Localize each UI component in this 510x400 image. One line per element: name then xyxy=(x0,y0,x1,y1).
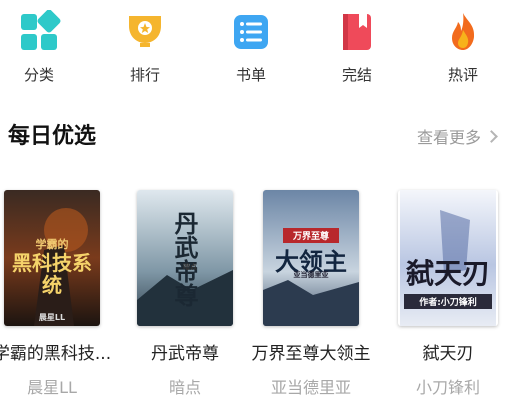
nav-label: 分类 xyxy=(23,66,54,84)
view-more-link[interactable]: 查看更多 xyxy=(416,124,498,148)
nav-label: 排行 xyxy=(129,66,160,84)
quick-nav: 分类 排行 书单 完结 热评 xyxy=(0,0,510,100)
book-cover: 学霸的 黑科技系统 晨星LL xyxy=(4,190,100,326)
book-title: 丹武帝尊 xyxy=(151,344,219,364)
book-icon xyxy=(343,14,371,50)
nav-label: 书单 xyxy=(235,66,266,84)
nav-item-completed[interactable]: 完结 xyxy=(317,10,397,85)
section-title: 每日优选 xyxy=(8,124,97,149)
book-author: 小刀锋利 xyxy=(415,378,480,397)
cover-subtitle: 学霸的 xyxy=(35,238,69,251)
view-more-label: 查看更多 xyxy=(416,128,481,147)
flame-icon xyxy=(452,13,475,50)
cover-author: 暗点 xyxy=(183,263,197,271)
grid-icon xyxy=(21,10,61,50)
chevron-right-icon xyxy=(485,130,498,143)
book-card[interactable]: 学霸的 黑科技系统 晨星LL 学霸的黑科技... 晨星LL xyxy=(0,190,112,398)
cover-title: 黑科技系统 xyxy=(12,251,92,297)
cover-title: 弑天刃 xyxy=(405,257,490,290)
trophy-icon xyxy=(129,16,161,47)
list-icon xyxy=(234,15,268,49)
nav-item-category[interactable]: 分类 xyxy=(0,10,79,85)
book-cover: 万界至尊 大领主 亚当德里亚 xyxy=(263,190,359,326)
cover-author: 作者:小刀锋利 xyxy=(404,294,492,309)
book-title: 万界至尊大领主 xyxy=(251,344,371,364)
book-card[interactable]: 弑天刃 作者:小刀锋利 弑天刃 小刀锋利 xyxy=(388,190,508,398)
book-title: 弑天刃 xyxy=(422,344,474,364)
cover-author: 晨星LL xyxy=(38,313,66,322)
book-cover: 弑天刃 作者:小刀锋利 xyxy=(398,190,498,326)
nav-item-hot-reviews[interactable]: 热评 xyxy=(423,10,503,85)
cover-title: 丹武帝尊 xyxy=(170,211,198,307)
book-author: 晨星LL xyxy=(27,378,77,397)
cover-subtitle: 万界至尊 xyxy=(283,228,339,243)
nav-label: 完结 xyxy=(341,66,372,84)
nav-label: 热评 xyxy=(447,66,478,84)
book-author: 暗点 xyxy=(168,378,201,397)
book-card[interactable]: 万界至尊 大领主 亚当德里亚 万界至尊大领主 亚当德里亚 xyxy=(251,190,371,398)
cover-author: 亚当德里亚 xyxy=(293,271,329,279)
nav-item-booklist[interactable]: 书单 xyxy=(211,10,291,85)
book-title: 学霸的黑科技... xyxy=(0,344,112,364)
nav-item-ranking[interactable]: 排行 xyxy=(105,10,185,85)
book-author: 亚当德里亚 xyxy=(270,378,351,397)
book-cover: 丹武帝尊 暗点 xyxy=(137,190,233,326)
book-card[interactable]: 丹武帝尊 暗点 丹武帝尊 暗点 xyxy=(125,190,245,398)
